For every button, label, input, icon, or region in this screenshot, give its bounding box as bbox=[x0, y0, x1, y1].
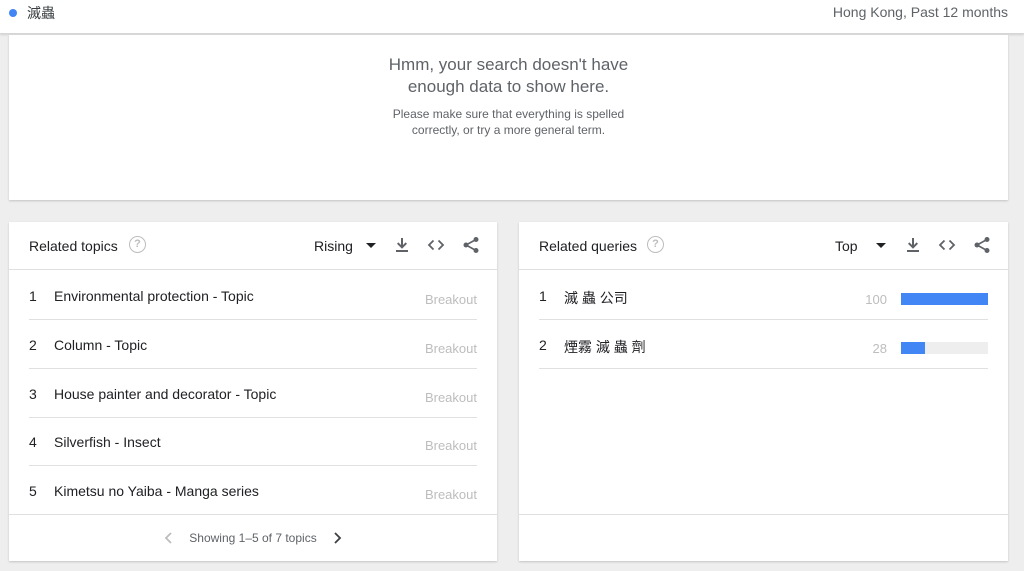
divider bbox=[9, 514, 497, 515]
value-bar bbox=[901, 342, 988, 354]
value-bar bbox=[901, 293, 988, 305]
help-icon[interactable]: ? bbox=[647, 236, 664, 253]
related-topics-title: Related topics bbox=[29, 238, 118, 254]
related-topics-header: Related topics ? Rising bbox=[9, 222, 497, 270]
pagination: Showing 1–5 of 7 topics bbox=[9, 530, 497, 550]
topic-value: Breakout bbox=[424, 292, 477, 307]
list-item[interactable]: 1 Environmental protection - Topic Break… bbox=[29, 271, 477, 320]
embed-code-icon[interactable] bbox=[427, 236, 445, 254]
search-term[interactable]: 滅蟲 bbox=[27, 3, 55, 23]
topic-value: Breakout bbox=[424, 390, 477, 405]
help-icon[interactable]: ? bbox=[129, 236, 146, 253]
download-icon[interactable] bbox=[393, 236, 411, 254]
query-label[interactable]: 滅 蟲 公司 bbox=[564, 288, 628, 308]
topic-label[interactable]: Environmental protection - Topic bbox=[54, 288, 254, 304]
topic-value: Breakout bbox=[424, 341, 477, 356]
related-queries-title: Related queries bbox=[539, 238, 638, 254]
rank-number: 4 bbox=[29, 434, 37, 450]
list-item[interactable]: 5 Kimetsu no Yaiba - Manga series Breako… bbox=[29, 466, 477, 514]
rank-number: 1 bbox=[29, 288, 37, 304]
query-value: 28 bbox=[872, 341, 887, 356]
no-data-headline: Hmm, your search doesn't have enough dat… bbox=[388, 55, 629, 96]
value-bar-fill bbox=[901, 293, 988, 305]
term-color-dot bbox=[9, 9, 17, 17]
topic-label[interactable]: Kimetsu no Yaiba - Manga series bbox=[54, 483, 259, 499]
topic-value: Breakout bbox=[424, 487, 477, 502]
chevron-left-icon[interactable] bbox=[161, 530, 177, 546]
pagination-status: Showing 1–5 of 7 topics bbox=[189, 531, 317, 545]
chevron-down-icon[interactable] bbox=[366, 243, 376, 248]
list-item[interactable]: 2 Column - Topic Breakout bbox=[29, 320, 477, 369]
list-item[interactable]: 4 Silverfish - Insect Breakout bbox=[29, 417, 477, 466]
list-item[interactable]: 1 滅 蟲 公司 100 bbox=[539, 271, 988, 320]
no-data-subtext: Please make sure that everything is spel… bbox=[392, 107, 625, 137]
rank-number: 3 bbox=[29, 386, 37, 402]
related-queries-panel: Related queries ? Top 1 滅 蟲 公司 100 2 煙霧 … bbox=[519, 222, 1008, 561]
search-term-bar: 滅蟲 Hong Kong, Past 12 months bbox=[0, 0, 1024, 34]
topic-label[interactable]: Silverfish - Insect bbox=[54, 434, 161, 450]
queries-metric-select[interactable]: Top bbox=[835, 238, 858, 254]
topic-label[interactable]: Column - Topic bbox=[54, 337, 147, 353]
rank-number: 2 bbox=[539, 337, 547, 353]
download-icon[interactable] bbox=[904, 236, 922, 254]
chevron-down-icon[interactable] bbox=[876, 243, 886, 248]
list-item[interactable]: 2 煙霧 滅 蟲 劑 28 bbox=[539, 320, 988, 369]
query-value: 100 bbox=[865, 292, 887, 307]
topic-value: Breakout bbox=[424, 438, 477, 453]
no-data-card: Hmm, your search doesn't have enough dat… bbox=[9, 35, 1008, 200]
related-topics-panel: Related topics ? Rising 1 Environmental … bbox=[9, 222, 497, 561]
topic-label[interactable]: House painter and decorator - Topic bbox=[54, 386, 276, 402]
rank-number: 2 bbox=[29, 337, 37, 353]
rank-number: 1 bbox=[539, 288, 547, 304]
share-icon[interactable] bbox=[973, 236, 991, 254]
rank-number: 5 bbox=[29, 483, 37, 499]
value-bar-fill bbox=[901, 342, 926, 354]
topics-metric-select[interactable]: Rising bbox=[314, 238, 353, 254]
share-icon[interactable] bbox=[462, 236, 480, 254]
list-item[interactable]: 3 House painter and decorator - Topic Br… bbox=[29, 369, 477, 418]
region-period-label: Hong Kong, Past 12 months bbox=[832, 4, 1008, 20]
query-label[interactable]: 煙霧 滅 蟲 劑 bbox=[564, 337, 646, 357]
chevron-right-icon[interactable] bbox=[329, 530, 345, 546]
divider bbox=[519, 514, 1008, 515]
related-queries-header: Related queries ? Top bbox=[519, 222, 1008, 270]
embed-code-icon[interactable] bbox=[938, 236, 956, 254]
